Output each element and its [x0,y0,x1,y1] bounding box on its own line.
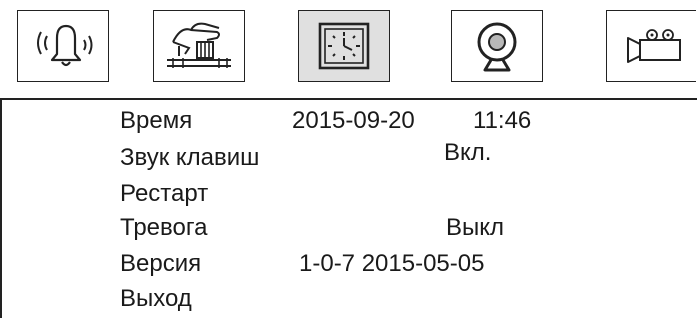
bell-icon [25,16,101,76]
video-camera-icon [614,16,690,76]
menu-item-time[interactable]: Время [120,107,192,135]
menu-toolbar [0,0,697,100]
tab-alarm-bell[interactable] [17,10,109,82]
tab-monitor-camera[interactable] [451,10,543,82]
house-icon [161,16,237,76]
menu-item-restart[interactable]: Рестарт [120,180,208,208]
menu-item-key-sound[interactable]: Звук клавиш [120,144,259,172]
tab-door-station[interactable] [153,10,245,82]
tab-clock-settings[interactable] [298,10,390,82]
time-clock-value[interactable]: 11:46 [473,107,531,135]
clock-icon [306,16,382,76]
time-date-value[interactable]: 2015-09-20 [292,107,415,135]
version-value: 1-0-7 2015-05-05 [299,250,485,277]
alarm-value[interactable]: Выкл [446,214,504,242]
security-camera-icon [459,16,535,76]
tab-video-record[interactable] [606,10,696,82]
key-sound-value[interactable]: Вкл. [444,139,491,167]
menu-item-alarm[interactable]: Тревога [120,214,207,242]
settings-panel: Время 2015-09-20 11:46 Звук клавиш Вкл. … [0,98,697,318]
menu-item-version: Версия [120,250,202,277]
